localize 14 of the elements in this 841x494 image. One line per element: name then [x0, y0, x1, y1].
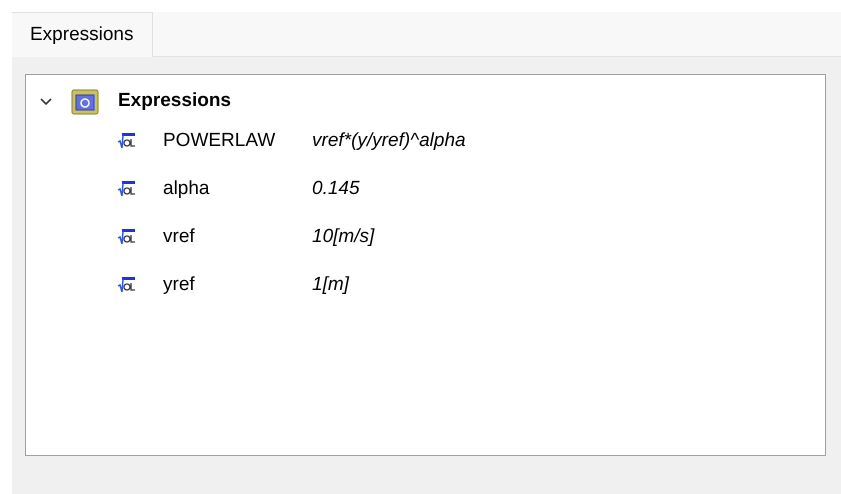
expression-name[interactable]: alpha	[163, 174, 312, 204]
expression-name[interactable]: vref	[163, 222, 312, 252]
tab[interactable]: Expressions	[12, 12, 152, 57]
expression-name[interactable]: yref	[163, 270, 312, 300]
expression-icon	[117, 131, 137, 151]
expression-icon	[117, 275, 137, 295]
expression-icon	[117, 179, 137, 199]
expression-name[interactable]: POWERLAW	[163, 126, 312, 156]
expression-value: 10[m/s]	[312, 224, 374, 249]
expression-value: 1[m]	[312, 272, 349, 297]
expression-value: 0.145	[312, 176, 360, 201]
expression-icon	[117, 227, 137, 247]
tree-root-label[interactable]: Expressions	[118, 86, 231, 116]
expression-value: vref*(y/yref)^alpha	[312, 128, 466, 153]
